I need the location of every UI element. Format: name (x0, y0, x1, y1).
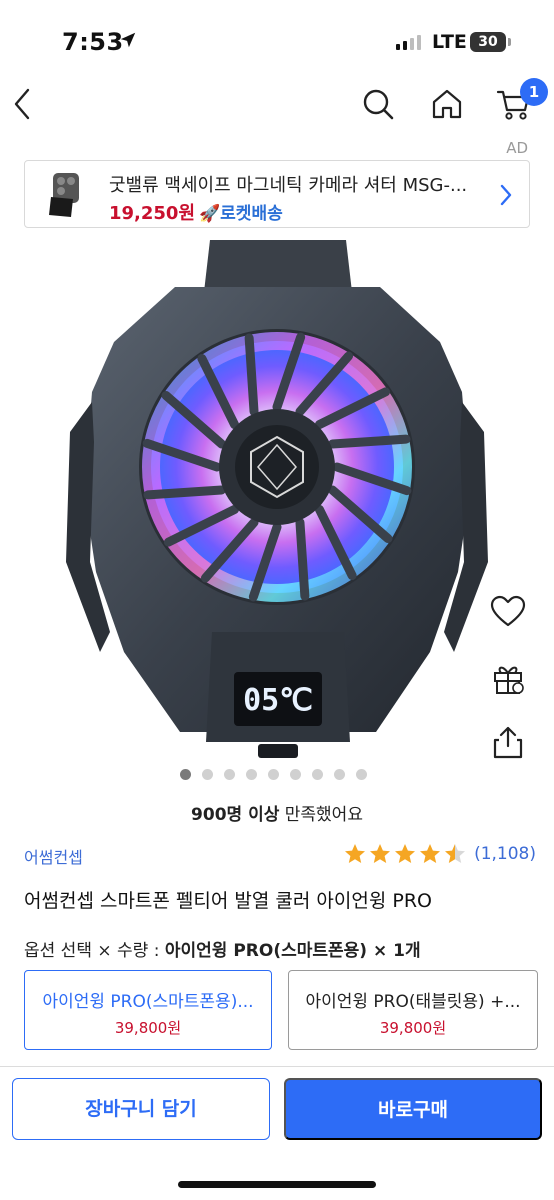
carousel-dot[interactable] (268, 769, 279, 780)
search-icon[interactable] (360, 86, 396, 122)
cart-count-badge: 1 (520, 78, 548, 106)
star-icon (345, 844, 366, 863)
home-icon[interactable] (430, 86, 464, 122)
ad-price: 19,250원 (109, 203, 196, 224)
brand-link[interactable]: 어썸컨셉 (24, 844, 83, 868)
star-rating (343, 842, 467, 866)
satisfaction-suffix: 만족했어요 (279, 805, 363, 825)
option-card-smartphone[interactable]: 아이언윙 PRO(스마트폰용)... 39,800원 (24, 970, 272, 1050)
star-icon (420, 844, 441, 863)
location-arrow-icon (120, 32, 136, 48)
status-time: 7:53 (62, 28, 124, 56)
carousel-dot[interactable] (312, 769, 323, 780)
carousel-dot[interactable] (290, 769, 301, 780)
status-bar: 7:53 LTE 30 (0, 0, 554, 80)
gift-icon[interactable] (490, 660, 526, 696)
ad-label: AD (506, 139, 528, 157)
star-icon (395, 844, 416, 863)
option-summary: 옵션 선택 × 수량 : 아이언윙 PRO(스마트폰용) × 1개 (24, 936, 421, 961)
heart-icon[interactable] (490, 594, 526, 630)
carousel-dot[interactable] (334, 769, 345, 780)
product-image[interactable]: 05℃ (0, 232, 554, 762)
battery-level: 30 (478, 34, 498, 50)
option-name: 아이언윙 PRO(태블릿용) +... (305, 992, 521, 1012)
rocket-delivery-badge: 🚀로켓배송 (199, 204, 283, 224)
ad-banner[interactable]: 굿밸류 맥세이프 마그네틱 카메라 셔터 MSG-... 19,250원 🚀로켓… (24, 160, 530, 228)
cellular-signal-icon (396, 34, 421, 50)
ad-title: 굿밸류 맥세이프 마그네틱 카메라 셔터 MSG-... (109, 175, 468, 196)
star-icon (370, 844, 391, 863)
rating[interactable]: (1,108) (343, 842, 536, 866)
carousel-dot[interactable] (202, 769, 213, 780)
share-icon[interactable] (490, 724, 526, 760)
temperature-readout: 05℃ (243, 683, 313, 718)
carousel-dot[interactable] (224, 769, 235, 780)
network-type: LTE (432, 31, 467, 53)
option-price: 39,800원 (379, 1019, 447, 1037)
option-selected-summary: 아이언윙 PRO(스마트폰용) × 1개 (164, 941, 421, 961)
carousel-dot[interactable] (180, 769, 191, 780)
divider (0, 1066, 554, 1067)
carousel-dots (180, 769, 367, 780)
option-name: 아이언윙 PRO(스마트폰용)... (42, 992, 254, 1012)
option-card-tablet[interactable]: 아이언윙 PRO(태블릿용) +... 39,800원 (288, 970, 538, 1050)
ad-product-thumbnail (49, 173, 79, 217)
product-name: 어썸컨셉 스마트폰 펠티어 발열 쿨러 아이언윙 PRO (24, 890, 432, 912)
back-chevron-icon[interactable] (10, 86, 34, 122)
add-to-cart-button[interactable]: 장바구니 담기 (12, 1078, 270, 1140)
battery-icon: 30 (470, 32, 511, 52)
satisfaction-count: 900명 이상 (191, 805, 280, 825)
star-icon (445, 844, 466, 863)
option-label: 옵션 선택 × 수량 : (24, 941, 165, 961)
home-indicator (178, 1181, 376, 1188)
carousel-dot[interactable] (356, 769, 367, 780)
satisfaction-banner: 900명 이상 만족했어요 (0, 800, 554, 825)
buy-now-button[interactable]: 바로구매 (284, 1078, 542, 1140)
option-price: 39,800원 (114, 1019, 182, 1037)
top-nav: 1 (0, 78, 554, 138)
review-count[interactable]: (1,108) (474, 844, 536, 864)
carousel-dot[interactable] (246, 769, 257, 780)
chevron-right-icon (500, 184, 512, 206)
